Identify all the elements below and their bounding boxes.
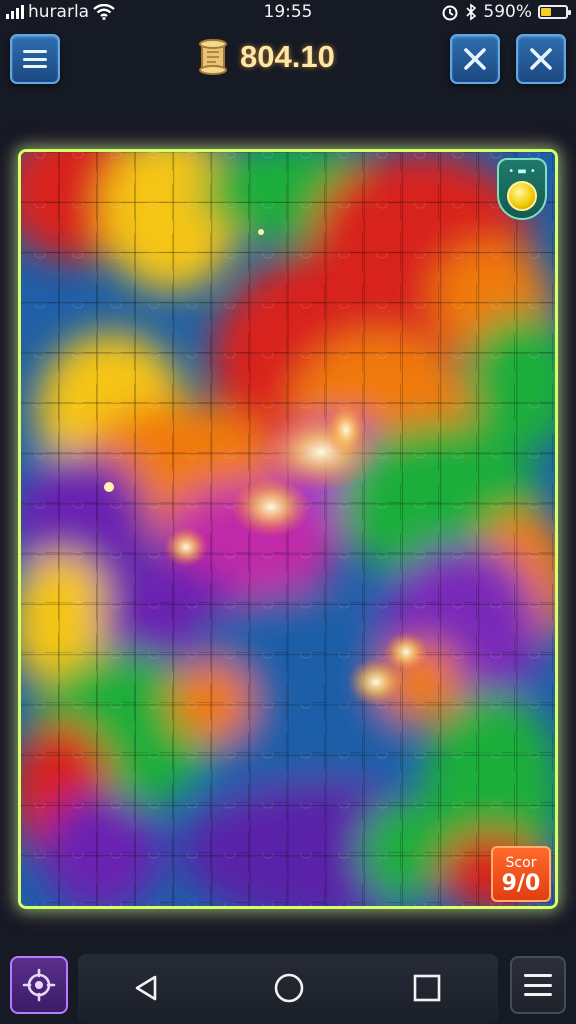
alarm-icon [442, 5, 458, 21]
menu-button[interactable] [10, 34, 60, 84]
back-icon [135, 975, 157, 1001]
puzzle-board-canvas[interactable] [21, 152, 555, 906]
recents-icon [413, 974, 441, 1002]
recents-button[interactable] [407, 968, 447, 1008]
locate-icon [22, 968, 56, 1002]
scroll-icon [199, 39, 227, 75]
menu-icon [524, 974, 552, 996]
home-button[interactable] [269, 968, 309, 1008]
close-icon [464, 48, 486, 70]
navigation-bar [0, 950, 576, 1024]
score-value: 9/0 [501, 871, 541, 896]
close-icon [530, 48, 552, 70]
hint-button[interactable]: • ▬ • [497, 158, 547, 220]
close-button-2[interactable] [516, 34, 566, 84]
coin-icon [507, 181, 537, 211]
battery-percent: 590% [483, 2, 532, 22]
score-label: Scor [505, 855, 537, 871]
coin-display: 804.10 [196, 38, 335, 76]
close-button-1[interactable] [450, 34, 500, 84]
score-badge: Scor 9/0 [491, 846, 551, 902]
back-button[interactable] [126, 968, 166, 1008]
home-icon [274, 973, 304, 1003]
menu-button-bottom[interactable] [510, 956, 566, 1014]
hamburger-icon [23, 50, 47, 68]
battery-icon [538, 5, 571, 19]
locate-button[interactable] [10, 956, 68, 1014]
coin-value: 804.10 [240, 39, 335, 74]
clock: 19:55 [263, 2, 313, 22]
bluetooth-icon [466, 3, 477, 21]
puzzle-board[interactable]: • ▬ • Scor 9/0 [18, 149, 558, 909]
status-bar: hurarla 19:55 590% [0, 0, 576, 26]
